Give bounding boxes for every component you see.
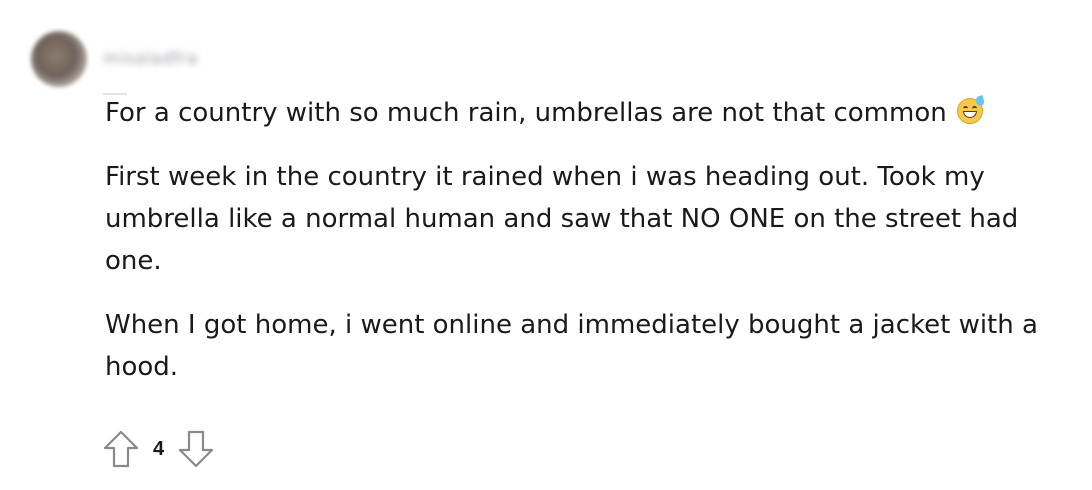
vote-count: 4: [153, 437, 165, 460]
avatar[interactable]: [31, 31, 87, 87]
comment-paragraph: When I got home, i went online and immed…: [105, 310, 1038, 382]
arrow-down-outline-icon: [179, 430, 214, 468]
author-username[interactable]: misaladfra: [103, 49, 198, 69]
comment-body: For a country with so much rain, umbrell…: [105, 92, 1065, 410]
vote-bar: 4: [101, 428, 216, 470]
comment-paragraph: First week in the country it rained when…: [105, 162, 1019, 276]
comment: misaladfra For a country with so much ra…: [0, 0, 1092, 490]
arrow-up-outline-icon: [103, 430, 139, 468]
grinning-sweat-emoji-icon: [956, 95, 985, 124]
downvote-button[interactable]: [176, 428, 216, 470]
comment-paragraph: For a country with so much rain, umbrell…: [105, 92, 1065, 134]
comment-paragraph-text: For a country with so much rain, umbrell…: [105, 98, 947, 128]
upvote-button[interactable]: [101, 428, 141, 470]
